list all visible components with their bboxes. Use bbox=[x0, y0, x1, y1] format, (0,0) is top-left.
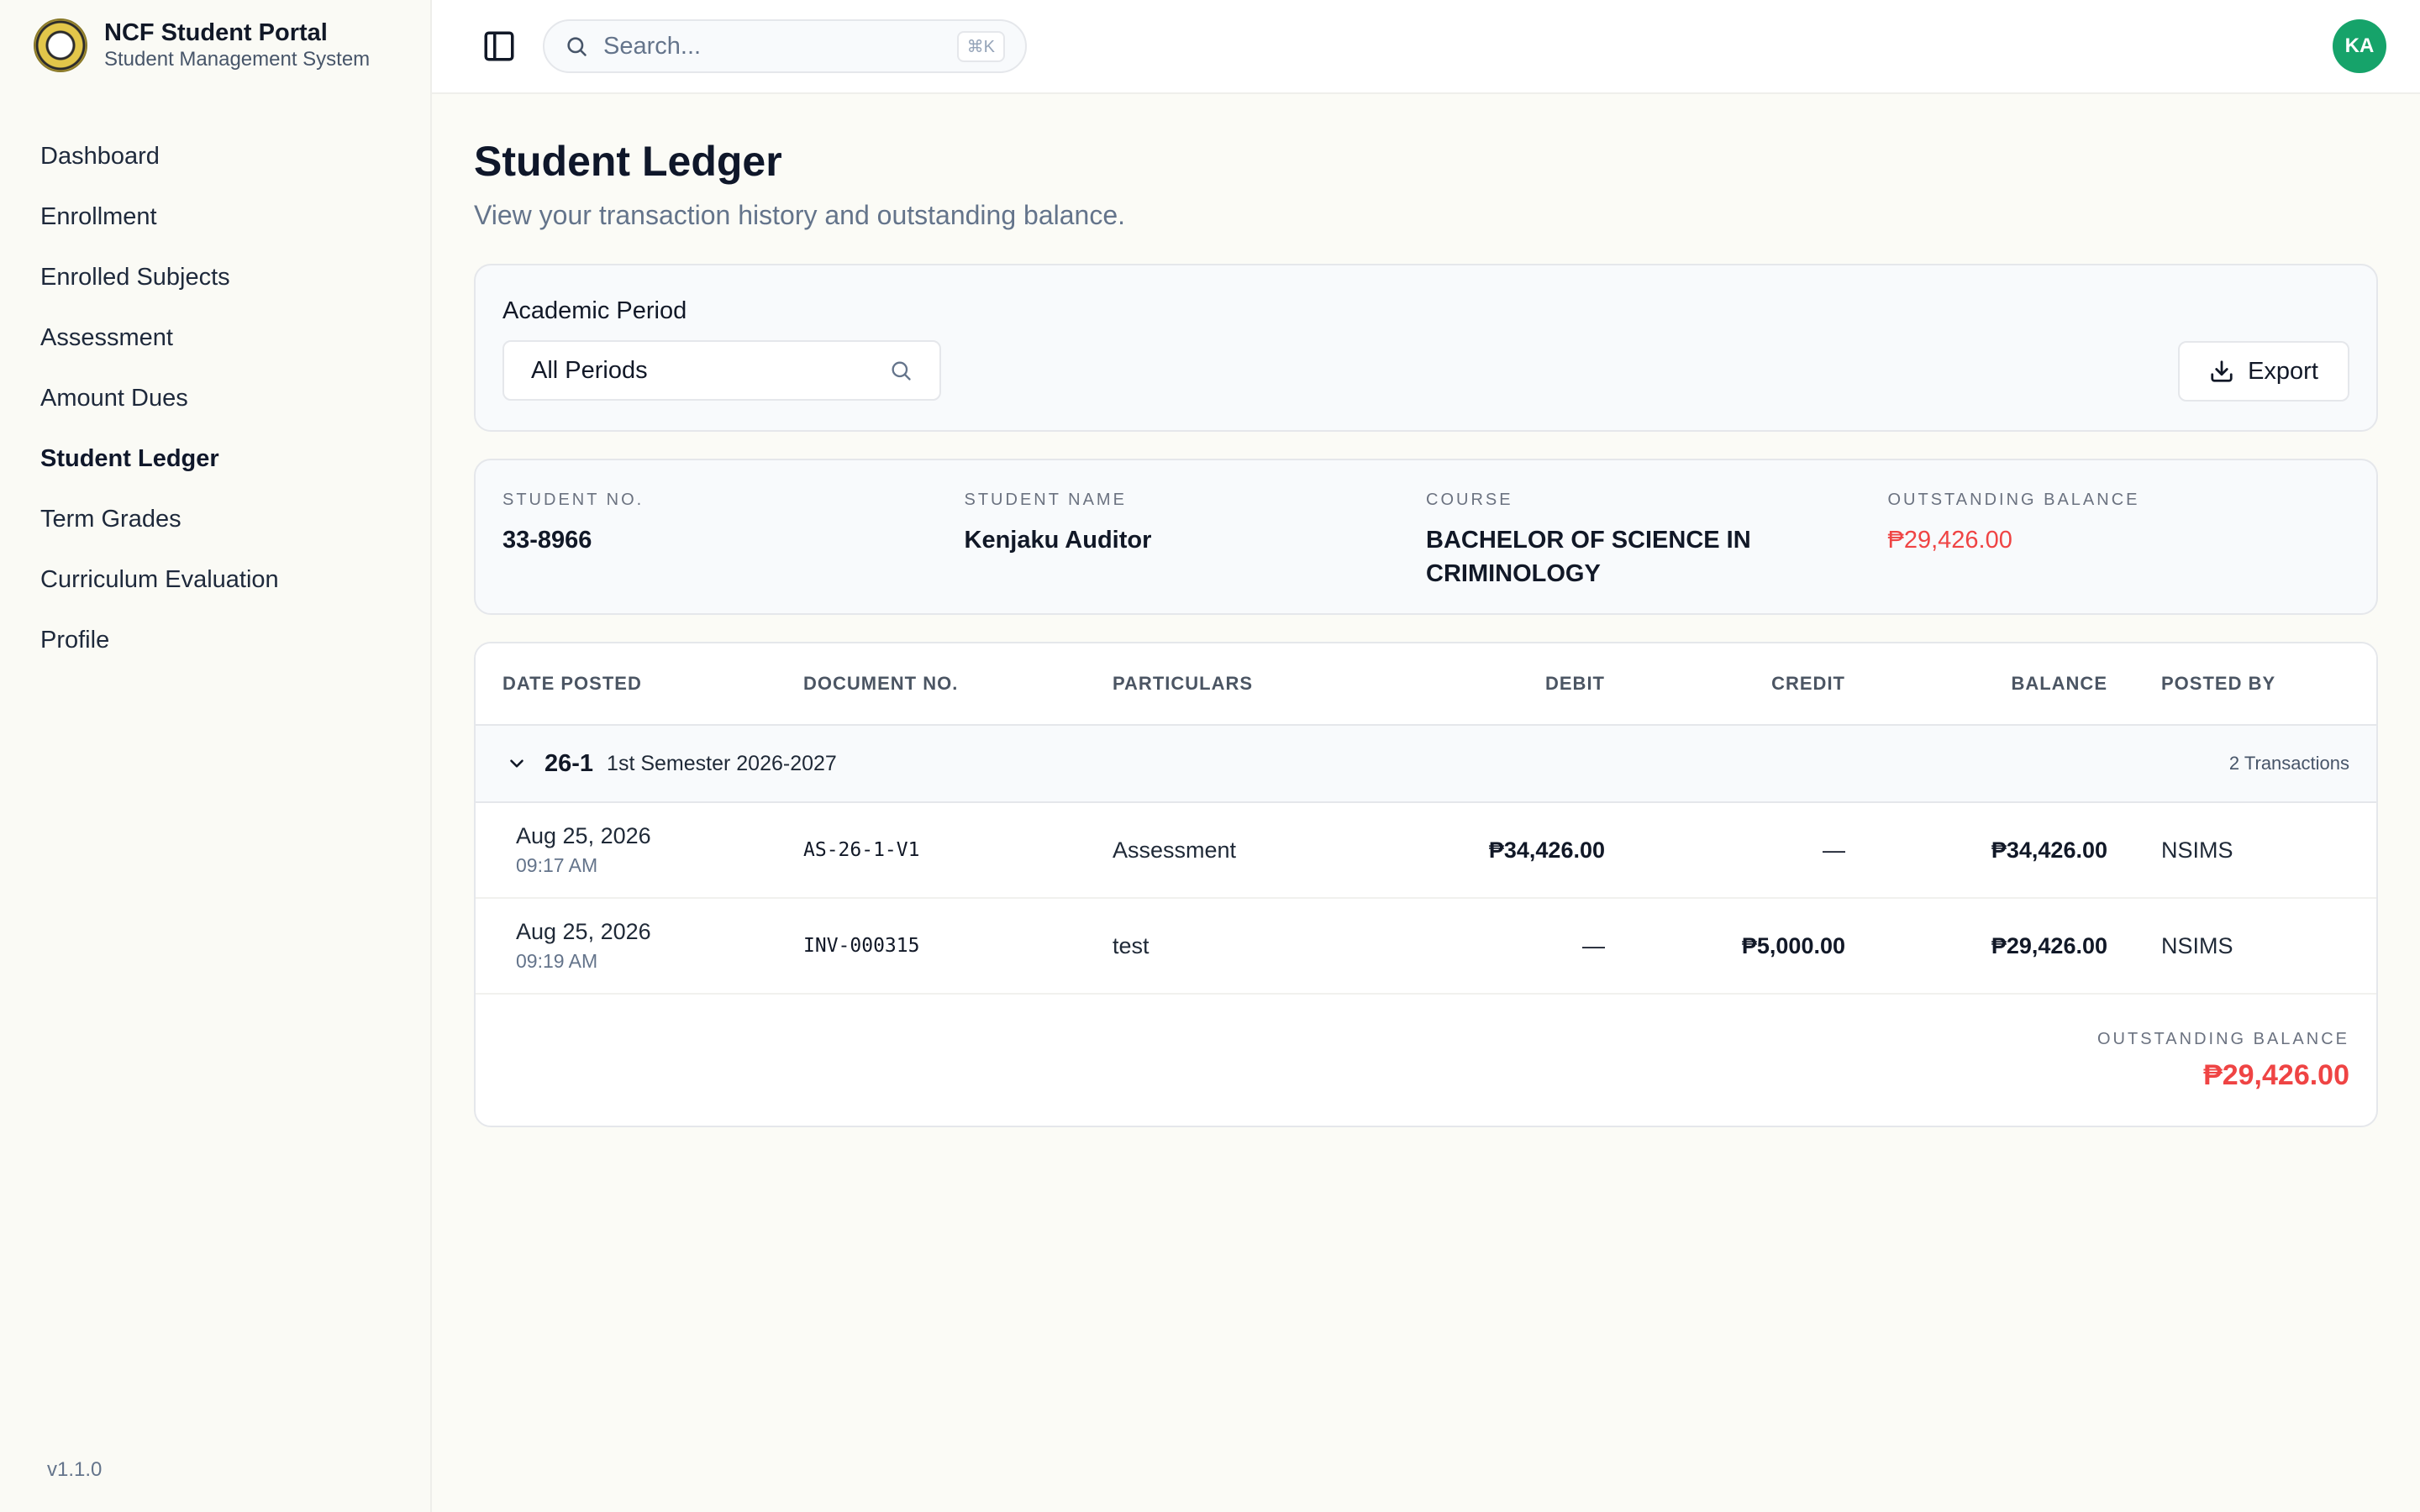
brand-subtitle: Student Management System bbox=[104, 48, 371, 71]
sidebar-item-dashboard[interactable]: Dashboard bbox=[20, 126, 410, 186]
column-header-credit[interactable]: CREDIT bbox=[1605, 673, 1845, 695]
ledger-footer: OUTSTANDING BALANCE ₱29,426.00 bbox=[476, 995, 2376, 1092]
balance-amount: ₱34,426.00 bbox=[1991, 837, 2107, 863]
page-content: Student Ledger View your transaction his… bbox=[432, 94, 2420, 1127]
outstanding-balance-label: OUTSTANDING BALANCE bbox=[1887, 491, 2140, 509]
app-version: v1.1.0 bbox=[47, 1458, 103, 1481]
student-name-field: STUDENT NAME Kenjaku Auditor bbox=[965, 491, 1427, 613]
sidebar-item-profile[interactable]: Profile bbox=[20, 610, 410, 670]
column-header-posted-by[interactable]: POSTED BY bbox=[2107, 673, 2329, 695]
school-seal-logo bbox=[34, 18, 87, 72]
page-title: Student Ledger bbox=[474, 138, 782, 185]
posted-by: NSIMS bbox=[2161, 932, 2233, 958]
search-shortcut-badge: ⌘K bbox=[956, 30, 1005, 62]
column-header-debit[interactable]: DEBIT bbox=[1415, 673, 1605, 695]
date-posted: Aug 25, 2026 bbox=[516, 823, 651, 848]
page-subtitle: View your transaction history and outsta… bbox=[474, 200, 1125, 230]
academic-period-value: All Periods bbox=[531, 356, 648, 384]
sidebar-toggle-icon bbox=[484, 31, 514, 61]
search-icon bbox=[892, 361, 911, 381]
outstanding-balance-value: ₱29,426.00 bbox=[1887, 527, 2012, 554]
particulars: Assessment bbox=[1113, 837, 1237, 863]
search-input[interactable]: Search... ⌘K bbox=[543, 19, 1027, 73]
outstanding-balance-field: OUTSTANDING BALANCE ₱29,426.00 bbox=[1888, 491, 2350, 613]
semester-name: 1st Semester 2026-2027 bbox=[607, 751, 837, 775]
main-area: Search... ⌘K KA Student Ledger View your… bbox=[432, 0, 2420, 1512]
sidebar: NCF Student Portal Student Management Sy… bbox=[0, 0, 432, 1512]
download-icon bbox=[2211, 360, 2233, 382]
export-button[interactable]: Export bbox=[2178, 341, 2349, 402]
course-value: BACHELOR OF SCIENCE IN CRIMINOLOGY bbox=[1426, 527, 1751, 587]
table-row[interactable]: Aug 25, 2026 09:17 AM AS-26-1-V1 Assessm… bbox=[476, 803, 2376, 899]
credit-amount: ₱5,000.00 bbox=[1741, 932, 1845, 958]
document-no: INV-000315 bbox=[803, 935, 920, 957]
sidebar-item-student-ledger[interactable]: Student Ledger bbox=[20, 428, 410, 489]
column-header-date-posted[interactable]: DATE POSTED bbox=[502, 673, 803, 695]
brand[interactable]: NCF Student Portal Student Management Sy… bbox=[0, 0, 430, 91]
student-no-field: STUDENT NO. 33-8966 bbox=[502, 491, 965, 613]
course-field: COURSE BACHELOR OF SCIENCE IN CRIMINOLOG… bbox=[1426, 491, 1888, 613]
posted-by: NSIMS bbox=[2161, 837, 2233, 863]
date-posted-cell: Aug 25, 2026 09:17 AM bbox=[502, 823, 803, 877]
filter-card: Academic Period All Periods Export bbox=[474, 264, 2378, 432]
time-posted: 09:17 AM bbox=[516, 854, 598, 876]
time-posted: 09:19 AM bbox=[516, 950, 598, 972]
column-header-balance[interactable]: BALANCE bbox=[1845, 673, 2107, 695]
sidebar-item-curriculum-evaluation[interactable]: Curriculum Evaluation bbox=[20, 549, 410, 610]
student-info-card: STUDENT NO. 33-8966 STUDENT NAME Kenjaku… bbox=[474, 459, 2378, 615]
brand-title: NCF Student Portal bbox=[104, 19, 328, 46]
transaction-count: 2 Transactions bbox=[2228, 753, 2349, 774]
student-name-value: Kenjaku Auditor bbox=[964, 527, 1152, 554]
date-posted: Aug 25, 2026 bbox=[516, 919, 651, 944]
sidebar-item-enrollment[interactable]: Enrollment bbox=[20, 186, 410, 247]
column-header-document-no[interactable]: DOCUMENT NO. bbox=[803, 673, 1113, 695]
sidebar-nav: Dashboard Enrollment Enrolled Subjects A… bbox=[0, 126, 430, 670]
debit-amount: ₱34,426.00 bbox=[1488, 837, 1605, 863]
table-row[interactable]: Aug 25, 2026 09:19 AM INV-000315 test — … bbox=[476, 899, 2376, 995]
student-no-value: 33-8966 bbox=[502, 527, 592, 554]
credit-amount: — bbox=[1823, 837, 1845, 863]
search-icon bbox=[567, 37, 587, 56]
debit-amount: — bbox=[1582, 932, 1605, 958]
course-label: COURSE bbox=[1426, 491, 1513, 509]
semester-group-row[interactable]: 26-1 1st Semester 2026-2027 2 Transactio… bbox=[476, 726, 2376, 803]
sidebar-item-term-grades[interactable]: Term Grades bbox=[20, 489, 410, 549]
chevron-down-icon[interactable] bbox=[506, 753, 528, 774]
sidebar-item-amount-dues[interactable]: Amount Dues bbox=[20, 368, 410, 428]
sidebar-item-enrolled-subjects[interactable]: Enrolled Subjects bbox=[20, 247, 410, 307]
particulars: test bbox=[1113, 932, 1150, 958]
date-posted-cell: Aug 25, 2026 09:19 AM bbox=[502, 919, 803, 973]
academic-period-select[interactable]: All Periods bbox=[502, 340, 941, 401]
column-header-particulars[interactable]: PARTICULARS bbox=[1113, 673, 1415, 695]
student-no-label: STUDENT NO. bbox=[502, 491, 644, 509]
student-name-label: STUDENT NAME bbox=[964, 491, 1127, 509]
balance-amount: ₱29,426.00 bbox=[1991, 932, 2107, 958]
academic-period-label: Academic Period bbox=[502, 297, 687, 324]
footer-balance-value: ₱29,426.00 bbox=[2203, 1059, 2349, 1091]
semester-code: 26-1 bbox=[544, 749, 594, 777]
document-no: AS-26-1-V1 bbox=[803, 839, 920, 861]
user-avatar[interactable]: KA bbox=[2333, 19, 2386, 73]
sidebar-item-assessment[interactable]: Assessment bbox=[20, 307, 410, 368]
topbar: Search... ⌘K KA bbox=[432, 0, 2420, 94]
ledger-table: DATE POSTED DOCUMENT NO. PARTICULARS DEB… bbox=[474, 642, 2378, 1127]
search-placeholder: Search... bbox=[603, 32, 702, 60]
footer-balance-label: OUTSTANDING BALANCE bbox=[2097, 1030, 2349, 1048]
ledger-header-row: DATE POSTED DOCUMENT NO. PARTICULARS DEB… bbox=[476, 643, 2376, 726]
export-label: Export bbox=[2248, 357, 2318, 385]
sidebar-toggle-button[interactable] bbox=[474, 21, 524, 71]
